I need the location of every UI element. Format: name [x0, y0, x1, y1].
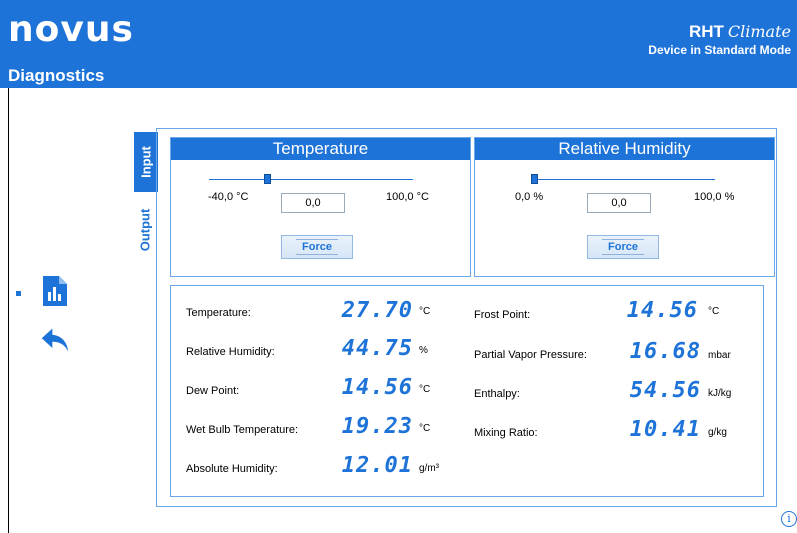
tab-input[interactable]: Input: [134, 132, 158, 192]
relative-humidity-reading-label: Relative Humidity:: [186, 346, 275, 358]
absolute-humidity-reading-value: 12.01: [341, 453, 413, 478]
back-button[interactable]: [40, 325, 70, 355]
absolute-humidity-reading-unit: g/m³: [419, 463, 439, 474]
device-model: RHT: [688, 22, 724, 41]
device-model-script: Climate: [727, 22, 791, 41]
partial-vapor-pressure-reading-label: Partial Vapor Pressure:: [474, 349, 587, 361]
temperature-value-input[interactable]: [281, 193, 345, 213]
enthalpy-reading-label: Enthalpy:: [474, 388, 520, 400]
mixing-ratio-reading-unit: g/kg: [708, 427, 727, 438]
temperature-reading-label: Temperature:: [186, 307, 251, 319]
enthalpy-reading-value: 54.56: [629, 378, 701, 403]
report-icon: [43, 276, 67, 306]
info-icon[interactable]: i: [781, 511, 797, 527]
left-divider: [8, 88, 9, 533]
wet-bulb-reading-value: 19.23: [341, 414, 413, 439]
nav-indicator: [16, 291, 21, 296]
tab-output-label: Output: [137, 208, 153, 252]
temperature-force-label: Force: [296, 239, 338, 255]
tab-input-label: Input: [138, 146, 154, 178]
temperature-slider-thumb[interactable]: [264, 174, 272, 184]
readings-panel: Temperature: 27.70 °C Relative Humidity:…: [170, 285, 764, 497]
app-header: novus Diagnostics RHT Climate Device in S…: [0, 0, 797, 88]
dew-point-reading-value: 14.56: [341, 375, 413, 400]
relative-humidity-reading-unit: %: [419, 345, 428, 356]
wet-bulb-reading-label: Wet Bulb Temperature:: [186, 424, 299, 436]
humidity-slider-thumb[interactable]: [531, 174, 538, 184]
device-brand: RHT Climate Device in Standard Mode: [648, 22, 791, 57]
page-title: Diagnostics: [8, 66, 105, 85]
temperature-force-button[interactable]: Force: [281, 235, 353, 259]
humidity-max-label: 100,0 %: [694, 191, 735, 203]
tab-output[interactable]: Output: [134, 196, 156, 264]
wet-bulb-reading-unit: °C: [419, 423, 431, 434]
humidity-force-label: Force: [602, 239, 644, 255]
temperature-reading-unit: °C: [419, 306, 431, 317]
humidity-force-button[interactable]: Force: [587, 235, 659, 259]
temperature-max-label: 100,0 °C: [386, 191, 429, 203]
frost-point-reading-value: 14.56: [626, 298, 698, 323]
mixing-ratio-reading-value: 10.41: [629, 417, 701, 442]
humidity-control-title: Relative Humidity: [475, 138, 774, 160]
relative-humidity-reading-value: 44.75: [341, 336, 413, 361]
temperature-control: Temperature -40,0 °C 100,0 °C Force: [170, 137, 471, 277]
temperature-reading-value: 27.70: [341, 298, 413, 323]
temperature-control-title: Temperature: [171, 138, 470, 160]
enthalpy-reading-unit: kJ/kg: [708, 388, 732, 399]
back-arrow-icon: [41, 328, 69, 352]
absolute-humidity-reading-label: Absolute Humidity:: [186, 463, 278, 475]
dew-point-reading-label: Dew Point:: [186, 385, 240, 397]
frost-point-reading-unit: °C: [708, 306, 720, 317]
device-mode: Device in Standard Mode: [648, 43, 791, 57]
partial-vapor-pressure-reading-unit: mbar: [708, 350, 731, 361]
temperature-min-label: -40,0 °C: [208, 191, 249, 203]
humidity-min-label: 0,0 %: [515, 191, 544, 203]
partial-vapor-pressure-reading-value: 16.68: [629, 339, 701, 364]
humidity-value-input[interactable]: [587, 193, 651, 213]
humidity-control: Relative Humidity 0,0 % 100,0 % Force: [474, 137, 775, 277]
report-button[interactable]: [40, 276, 70, 306]
mixing-ratio-reading-label: Mixing Ratio:: [474, 427, 538, 439]
dew-point-reading-unit: °C: [419, 384, 431, 395]
novus-logo: novus: [8, 9, 134, 50]
frost-point-reading-label: Frost Point:: [474, 309, 531, 321]
humidity-slider-track[interactable]: [534, 179, 715, 180]
temperature-slider-track[interactable]: [209, 179, 413, 180]
